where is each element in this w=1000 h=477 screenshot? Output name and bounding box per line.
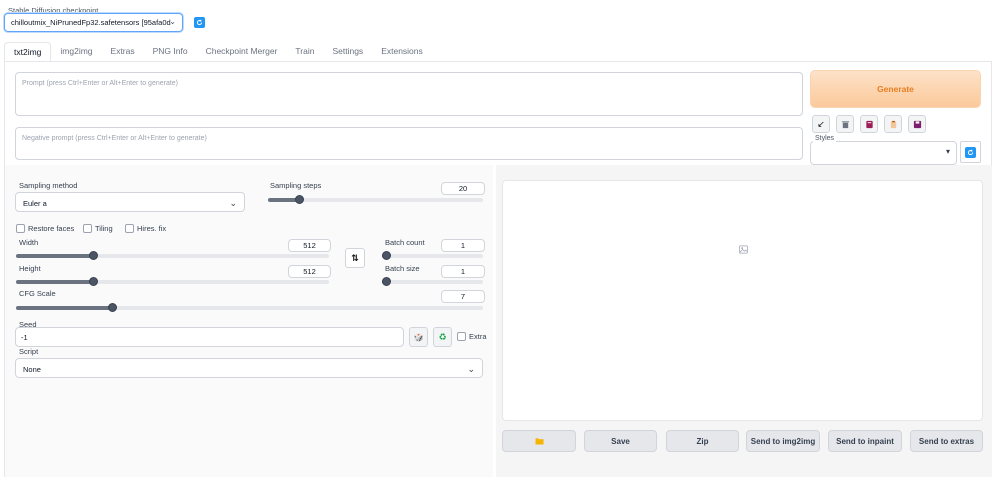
- refresh-icon: [965, 146, 976, 158]
- slider-fill: [16, 254, 93, 258]
- height-label: Height: [19, 264, 41, 273]
- tab-png-info[interactable]: PNG Info: [144, 42, 197, 62]
- sampling-steps-input[interactable]: 20: [441, 182, 485, 195]
- slider-thumb[interactable]: [89, 277, 98, 286]
- dice-icon: 🎲: [413, 332, 424, 342]
- batch-size-slider[interactable]: [382, 277, 483, 286]
- batch-count-input[interactable]: 1: [441, 239, 485, 252]
- tab-extensions[interactable]: Extensions: [372, 42, 432, 62]
- sampling-method-select[interactable]: Euler a ⌄: [15, 192, 245, 212]
- refresh-icon: [196, 19, 203, 26]
- book-icon: [865, 120, 873, 128]
- batch-count-label: Batch count: [385, 238, 425, 247]
- script-value: None: [23, 365, 41, 374]
- swap-icon: ⇅: [351, 252, 359, 263]
- swap-dimensions-button[interactable]: ⇅: [345, 248, 365, 268]
- tiling-checkbox[interactable]: [83, 224, 92, 233]
- apply-style-button[interactable]: [884, 115, 902, 133]
- sampling-method-value: Euler a: [23, 199, 47, 208]
- chevron-down-icon: ▾: [945, 147, 950, 156]
- batch-size-label: Batch size: [385, 264, 420, 273]
- output-image-panel: [502, 180, 983, 421]
- slider-fill: [16, 280, 93, 284]
- restore-faces-label: Restore faces: [28, 224, 75, 233]
- width-slider[interactable]: [16, 251, 329, 260]
- read-params-button[interactable]: ↙: [812, 115, 830, 133]
- sampling-steps-slider[interactable]: [268, 195, 483, 204]
- slider-thumb[interactable]: [295, 195, 304, 204]
- refresh-styles-button[interactable]: [960, 141, 981, 163]
- save-icon: [913, 120, 921, 128]
- slider-thumb[interactable]: [89, 251, 98, 260]
- trash-icon: [841, 120, 849, 128]
- sampling-method-label: Sampling method: [19, 181, 78, 190]
- height-slider[interactable]: [16, 277, 329, 286]
- batch-count-slider[interactable]: [382, 251, 483, 260]
- send-to-inpaint-button[interactable]: Send to inpaint: [828, 430, 902, 452]
- show-extra-networks-button[interactable]: [860, 115, 878, 133]
- recycle-icon: ♻: [438, 331, 447, 342]
- batch-size-input[interactable]: 1: [441, 265, 485, 278]
- script-select[interactable]: None ⌄: [15, 358, 483, 378]
- styles-label: Styles: [813, 135, 837, 142]
- script-label: Script: [19, 347, 39, 356]
- tiling-label: Tiling: [95, 224, 113, 233]
- tab-img2img[interactable]: img2img: [51, 42, 101, 62]
- save-button[interactable]: Save: [584, 430, 657, 452]
- slider-thumb[interactable]: [108, 303, 117, 312]
- slider-fill: [16, 306, 112, 310]
- extra-seed-checkbox[interactable]: [457, 332, 466, 341]
- checkpoint-value: chilloutmix_NiPrunedFp32.safetensors [95…: [11, 18, 171, 27]
- folder-icon: [535, 438, 543, 445]
- refresh-checkpoint-button[interactable]: [194, 17, 205, 28]
- hires-fix-checkbox[interactable]: [125, 224, 134, 233]
- send-to-extras-button[interactable]: Send to extras: [910, 430, 983, 452]
- width-label: Width: [19, 238, 39, 247]
- slider-thumb[interactable]: [382, 277, 391, 286]
- slider-thumb[interactable]: [382, 251, 391, 260]
- seed-input[interactable]: -1: [15, 327, 404, 347]
- checkpoint-select[interactable]: chilloutmix_NiPrunedFp32.safetensors [95…: [4, 13, 183, 32]
- save-style-button[interactable]: [908, 115, 926, 133]
- prompt-placeholder: Prompt (press Ctrl+Enter or Alt+Enter to…: [22, 80, 179, 87]
- send-to-img2img-button[interactable]: Send to img2img: [746, 430, 820, 452]
- cfg-scale-slider[interactable]: [16, 303, 483, 312]
- seed-value: -1: [21, 333, 28, 342]
- clear-prompt-button[interactable]: [836, 115, 854, 133]
- image-icon: [739, 245, 748, 254]
- clipboard-icon: [890, 120, 896, 128]
- chevron-down-icon: ⌄: [229, 198, 237, 208]
- sampling-steps-label: Sampling steps: [270, 181, 322, 190]
- open-folder-button[interactable]: [502, 430, 576, 452]
- tab-checkpoint-merger[interactable]: Checkpoint Merger: [197, 42, 287, 62]
- extra-seed-label: Extra: [469, 332, 487, 341]
- tab-train[interactable]: Train: [286, 42, 323, 62]
- negative-prompt-input[interactable]: Negative prompt (press Ctrl+Enter or Alt…: [15, 127, 803, 160]
- chevron-down-icon: ⌄: [169, 17, 176, 26]
- chevron-down-icon: ⌄: [467, 364, 475, 374]
- generate-button[interactable]: Generate: [810, 70, 981, 108]
- width-input[interactable]: 512: [288, 239, 331, 252]
- height-input[interactable]: 512: [288, 265, 331, 278]
- tab-txt2img[interactable]: txt2img: [4, 42, 52, 62]
- prompt-input[interactable]: Prompt (press Ctrl+Enter or Alt+Enter to…: [15, 72, 803, 116]
- styles-dropdown[interactable]: ▾: [810, 141, 957, 165]
- tab-extras[interactable]: Extras: [102, 42, 144, 62]
- main-tabs: txt2img img2img Extras PNG Info Checkpoi…: [4, 42, 432, 62]
- hires-fix-label: Hires. fix: [137, 224, 167, 233]
- reuse-seed-button[interactable]: ♻: [433, 327, 452, 347]
- tab-settings[interactable]: Settings: [323, 42, 372, 62]
- cfg-scale-label: CFG Scale: [19, 289, 56, 298]
- negative-prompt-placeholder: Negative prompt (press Ctrl+Enter or Alt…: [22, 135, 207, 142]
- cfg-scale-input[interactable]: 7: [441, 290, 485, 303]
- restore-faces-checkbox[interactable]: [16, 224, 25, 233]
- random-seed-button[interactable]: 🎲: [409, 327, 428, 347]
- zip-button[interactable]: Zip: [666, 430, 739, 452]
- arrow-icon: ↙: [817, 118, 825, 129]
